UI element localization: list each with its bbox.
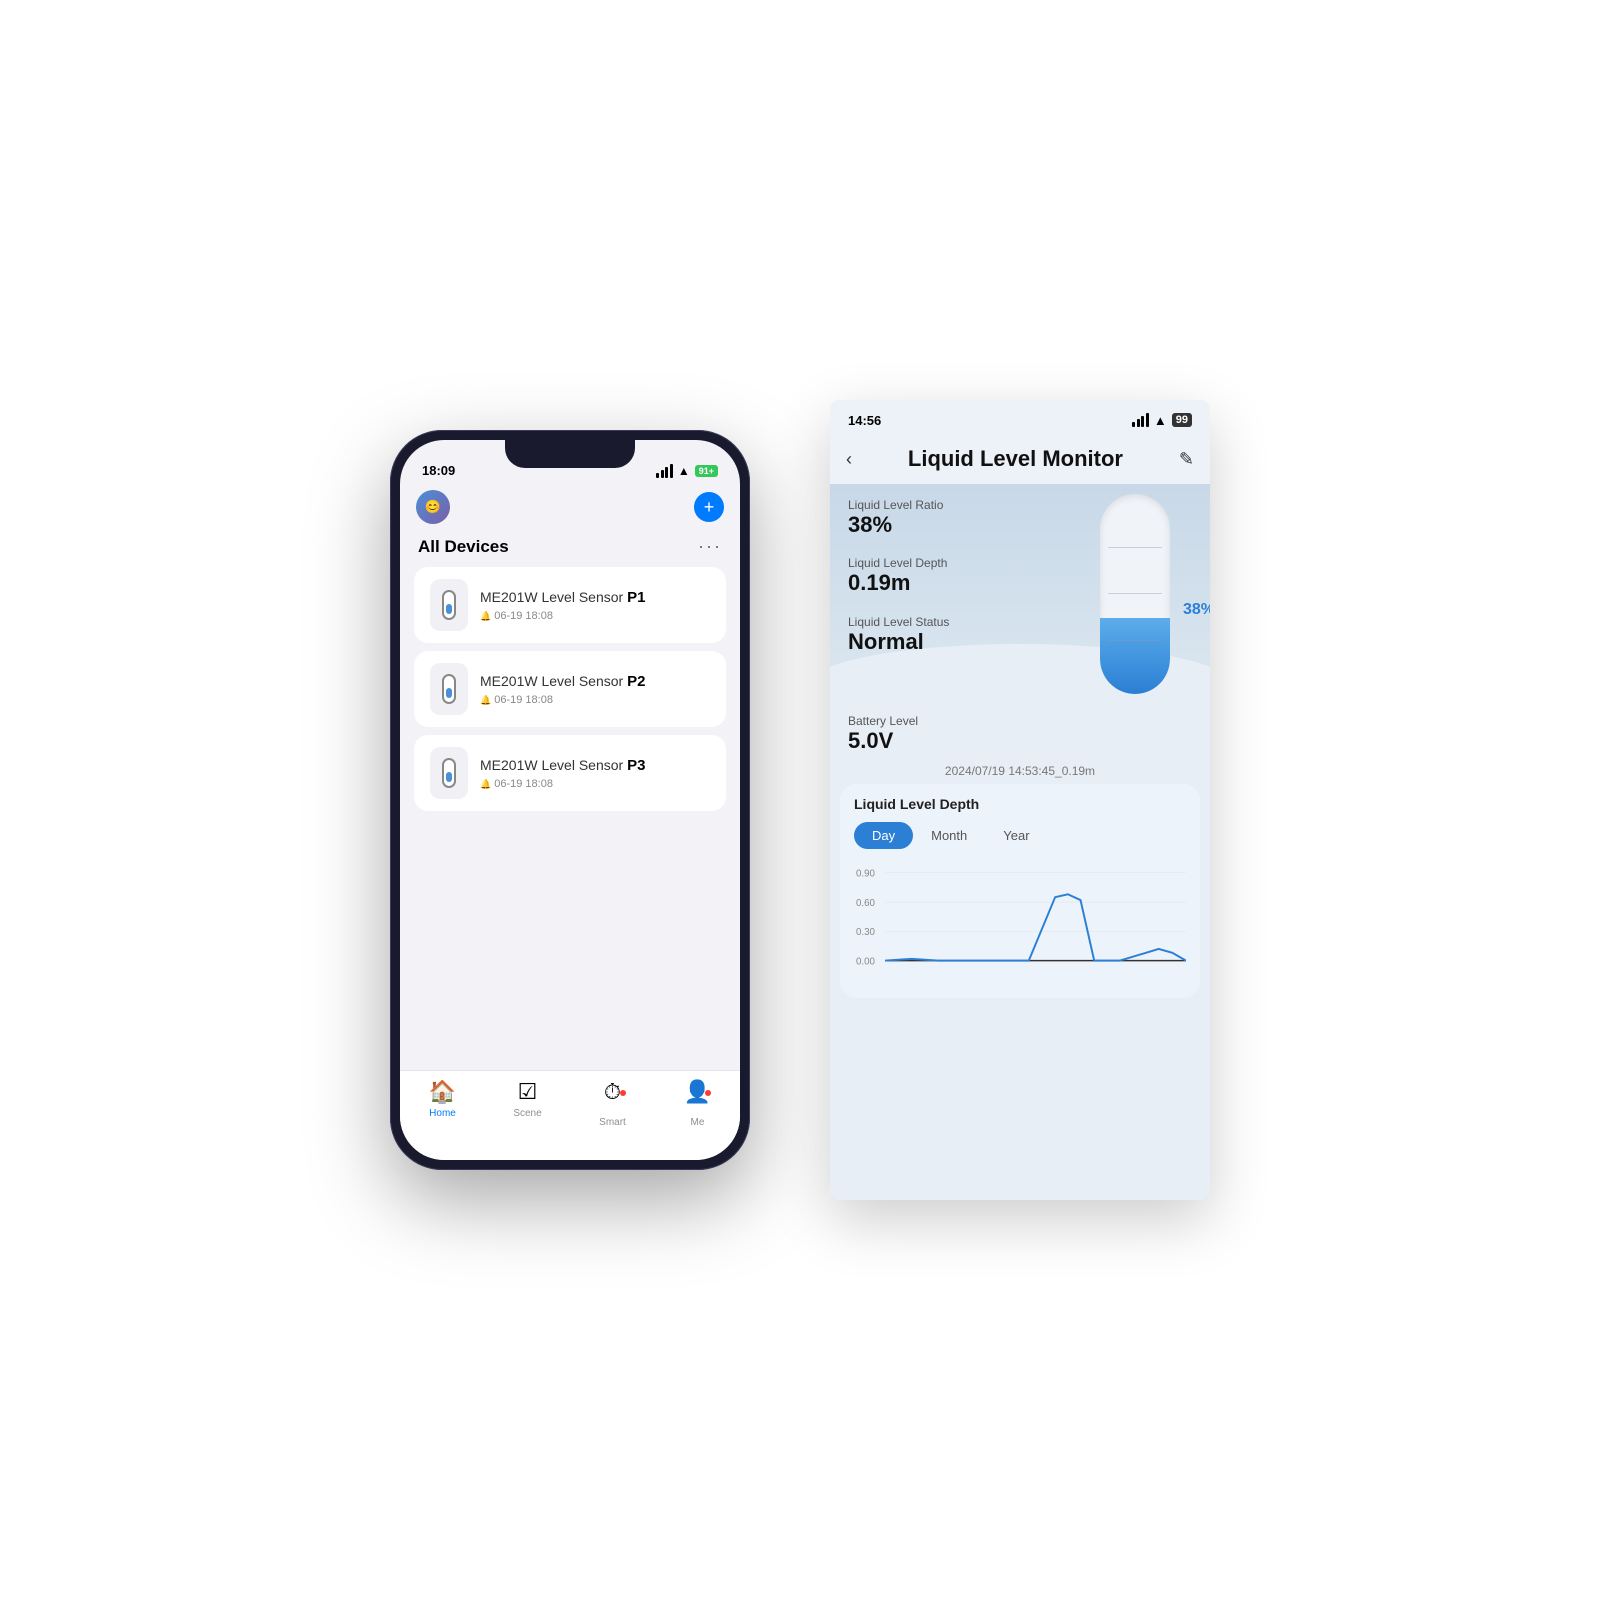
device-name-p2: ME201W Level Sensor P2 bbox=[480, 672, 710, 692]
phone1-time: 18:09 bbox=[422, 463, 455, 478]
more-menu-button[interactable]: ··· bbox=[698, 536, 722, 557]
nav-me[interactable]: 👤 Me bbox=[655, 1079, 740, 1128]
chart-svg: 0.90 0.60 0.30 0.00 bbox=[854, 863, 1186, 980]
chart-area: 0.90 0.60 0.30 0.00 bbox=[854, 863, 1186, 985]
gauge-lines bbox=[1100, 494, 1170, 694]
wifi-icon: ▲ bbox=[1154, 413, 1167, 428]
phone2-battery: 99 bbox=[1172, 413, 1192, 427]
signal-icon bbox=[1132, 413, 1149, 427]
back-button[interactable]: ‹ bbox=[846, 449, 852, 470]
bottom-nav: 🏠 Home ☑ Scene ⏱ Smart 👤 Me bbox=[400, 1070, 740, 1160]
page-title: Liquid Level Monitor bbox=[908, 446, 1123, 472]
nav-scene-label: Scene bbox=[513, 1108, 541, 1119]
device-icon-p2 bbox=[430, 663, 468, 715]
chart-tab-year[interactable]: Year bbox=[985, 822, 1047, 849]
y-label-090: 0.90 bbox=[856, 869, 876, 880]
level-status-label: Liquid Level Status bbox=[848, 615, 949, 629]
phone2-status-bar: 14:56 ▲ 99 bbox=[830, 400, 1210, 440]
wifi-icon: ▲ bbox=[678, 464, 690, 478]
phone2-device: 14:56 ▲ 99 ‹ Liquid Level Monitor ✎ Liqu… bbox=[830, 400, 1210, 1200]
nav-me-label: Me bbox=[691, 1117, 705, 1128]
device-name-p3: ME201W Level Sensor P3 bbox=[480, 756, 710, 776]
me-notification-dot bbox=[705, 1090, 711, 1096]
scene-icon: ☑ bbox=[518, 1079, 538, 1105]
phone1-header: 😊 + bbox=[400, 484, 740, 532]
battery-section: Battery Level 5.0V bbox=[830, 714, 1210, 754]
battery-level-label: Battery Level bbox=[848, 714, 1192, 728]
y-label-030: 0.30 bbox=[856, 928, 876, 939]
device-card-p2[interactable]: ME201W Level Sensor P2 🔔 06-19 18:08 bbox=[414, 651, 726, 727]
bell-icon: 🔔 bbox=[480, 779, 491, 790]
nav-home-label: Home bbox=[429, 1108, 456, 1119]
bell-icon: 🔔 bbox=[480, 695, 491, 706]
nav-smart[interactable]: ⏱ Smart bbox=[570, 1079, 655, 1128]
y-label-000: 0.00 bbox=[856, 957, 876, 968]
chart-tabs: Day Month Year bbox=[854, 822, 1186, 849]
level-ratio-block: Liquid Level Ratio 38% bbox=[848, 498, 949, 538]
chart-title: Liquid Level Depth bbox=[854, 796, 1186, 812]
device-card-p3[interactable]: ME201W Level Sensor P3 🔔 06-19 18:08 bbox=[414, 735, 726, 811]
edit-button[interactable]: ✎ bbox=[1179, 449, 1194, 470]
level-depth-block: Liquid Level Depth 0.19m bbox=[848, 556, 949, 596]
device-icon-p3 bbox=[430, 747, 468, 799]
device-info-p1: ME201W Level Sensor P1 🔔 06-19 18:08 bbox=[480, 588, 710, 623]
device-name-p1: ME201W Level Sensor P1 bbox=[480, 588, 710, 608]
notification-dot bbox=[620, 1090, 626, 1096]
device-time-p3: 🔔 06-19 18:08 bbox=[480, 778, 710, 790]
level-ratio-value: 38% bbox=[848, 512, 949, 538]
sensor-icon bbox=[442, 674, 456, 704]
level-status-value: Normal bbox=[848, 629, 949, 655]
phone2-content: Liquid Level Ratio 38% Liquid Level Dept… bbox=[830, 484, 1210, 1200]
device-list: ME201W Level Sensor P1 🔔 06-19 18:08 ME2… bbox=[400, 567, 740, 811]
device-info-p3: ME201W Level Sensor P3 🔔 06-19 18:08 bbox=[480, 756, 710, 791]
level-depth-label: Liquid Level Depth bbox=[848, 556, 949, 570]
sensor-icon bbox=[442, 758, 456, 788]
metrics-column: Liquid Level Ratio 38% Liquid Level Dept… bbox=[848, 498, 949, 673]
chart-tab-day[interactable]: Day bbox=[854, 822, 913, 849]
all-devices-label: All Devices bbox=[418, 537, 509, 557]
liquid-gauge: 38% bbox=[1100, 494, 1170, 694]
nav-home[interactable]: 🏠 Home bbox=[400, 1079, 485, 1119]
nav-scene[interactable]: ☑ Scene bbox=[485, 1079, 570, 1119]
battery-level-value: 5.0V bbox=[848, 728, 1192, 754]
device-time-p1: 🔔 06-19 18:08 bbox=[480, 610, 710, 622]
level-ratio-label: Liquid Level Ratio bbox=[848, 498, 949, 512]
device-info-p2: ME201W Level Sensor P2 🔔 06-19 18:08 bbox=[480, 672, 710, 707]
nav-smart-label: Smart bbox=[599, 1117, 626, 1128]
y-label-060: 0.60 bbox=[856, 898, 876, 909]
bell-icon: 🔔 bbox=[480, 611, 491, 622]
device-time-p2: 🔔 06-19 18:08 bbox=[480, 694, 710, 706]
device-icon-p1 bbox=[430, 579, 468, 631]
chart-section: Liquid Level Depth Day Month Year 0.90 0… bbox=[840, 784, 1200, 997]
sensor-icon bbox=[442, 590, 456, 620]
device-card-p1[interactable]: ME201W Level Sensor P1 🔔 06-19 18:08 bbox=[414, 567, 726, 643]
gauge-percent-label: 38% bbox=[1183, 601, 1210, 619]
phone2-time: 14:56 bbox=[848, 413, 881, 428]
add-device-button[interactable]: + bbox=[694, 492, 724, 522]
signal-icon bbox=[656, 464, 673, 478]
phone2-header: ‹ Liquid Level Monitor ✎ bbox=[830, 440, 1210, 484]
gauge-outer bbox=[1100, 494, 1170, 694]
battery-badge: 91+ bbox=[695, 465, 718, 477]
level-status-block: Liquid Level Status Normal bbox=[848, 615, 949, 655]
phone1-status-icons: ▲ 91+ bbox=[656, 464, 718, 478]
smart-icon: ⏱ bbox=[604, 1079, 621, 1105]
chart-line bbox=[885, 895, 1186, 961]
home-icon: 🏠 bbox=[429, 1079, 456, 1105]
chart-tab-month[interactable]: Month bbox=[913, 822, 985, 849]
all-devices-row: All Devices ··· bbox=[400, 532, 740, 567]
timestamp: 2024/07/19 14:53:45_0.19m bbox=[830, 764, 1210, 778]
phone1-device: 18:09 ▲ 91+ 😊 + All Devices ··· bbox=[390, 430, 750, 1170]
phone2-status-icons: ▲ 99 bbox=[1132, 413, 1192, 428]
notch bbox=[505, 440, 635, 468]
level-depth-value: 0.19m bbox=[848, 570, 949, 596]
avatar[interactable]: 😊 bbox=[416, 490, 450, 524]
